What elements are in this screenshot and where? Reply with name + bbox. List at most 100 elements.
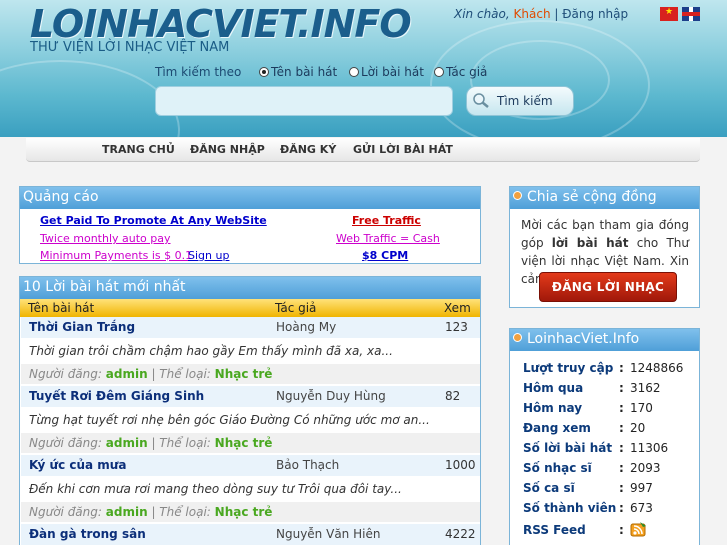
- stat-label: Đang xem: [523, 421, 591, 435]
- search-button-label: Tìm kiếm: [497, 94, 553, 108]
- table-row[interactable]: Ký ức của mưa Bảo Thạch 1000: [21, 455, 480, 476]
- song-lyric-preview: Đến khi cơn mưa rơi mang theo dòng suy t…: [29, 482, 402, 496]
- nav-submit-lyrics[interactable]: GỬI LỜI BÀI HÁT: [353, 143, 453, 156]
- search-button[interactable]: Tìm kiếm: [466, 86, 574, 116]
- rss-feed-icon[interactable]: [630, 521, 648, 539]
- stat-value: 2093: [630, 461, 661, 475]
- poster-label: Người đăng:: [29, 436, 102, 450]
- search-by-label: Tìm kiếm theo: [155, 65, 242, 79]
- stat-label: Số thành viên: [523, 501, 617, 515]
- rss-label[interactable]: RSS Feed: [523, 523, 586, 537]
- nav-login[interactable]: ĐĂNG NHẬP: [190, 143, 265, 156]
- nav-register[interactable]: ĐĂNG KÝ: [280, 143, 336, 156]
- user-bar: Xin chào, Khách | Đăng nhập: [454, 7, 628, 21]
- search-option-label: Tên bài hát: [271, 65, 338, 79]
- song-title-link[interactable]: Thời Gian Trắng: [29, 320, 135, 334]
- song-views: 82: [445, 389, 461, 403]
- stat-value: 20: [630, 421, 646, 435]
- search-option-label: Lời bài hát: [361, 65, 424, 79]
- genre-link[interactable]: Nhạc trẻ: [215, 367, 273, 381]
- genre-link[interactable]: Nhạc trẻ: [215, 505, 273, 519]
- ad-link[interactable]: $8 CPM: [362, 249, 408, 262]
- stat-colon: :: [619, 461, 624, 475]
- guest-name: Khách: [513, 7, 551, 21]
- table-row[interactable]: Tuyết Rơi Đêm Giáng Sinh Nguyễn Duy Hùng…: [21, 386, 480, 407]
- ad-link[interactable]: Twice monthly auto pay: [40, 232, 171, 245]
- bullet-icon: [513, 333, 522, 342]
- share-title: Chia sẻ cộng đồng: [510, 187, 699, 209]
- genre-link[interactable]: Nhạc trẻ: [215, 436, 273, 450]
- song-author[interactable]: Hoàng My: [276, 320, 336, 334]
- search-input[interactable]: [155, 86, 453, 116]
- poster-link[interactable]: admin: [106, 505, 148, 519]
- stat-label: Hôm qua: [523, 381, 584, 395]
- song-meta: Người đăng: admin | Thể loại: Nhạc trẻ: [21, 502, 480, 522]
- uk-flag-icon[interactable]: [682, 7, 700, 21]
- poster-link[interactable]: admin: [106, 436, 148, 450]
- song-title-link[interactable]: Ký ức của mưa: [29, 458, 126, 472]
- song-views: 1000: [445, 458, 476, 472]
- ad-link[interactable]: Free Traffic: [352, 214, 421, 227]
- song-meta: Người đăng: admin | Thể loại: Nhạc trẻ: [21, 364, 480, 384]
- table-row[interactable]: Đàn gà trong sân Nguyễn Văn Hiên 4222: [21, 524, 480, 545]
- search-option-lyrics[interactable]: Lời bài hát: [349, 65, 424, 79]
- stat-colon: :: [619, 421, 624, 435]
- genre-label: Thể loại:: [159, 367, 211, 381]
- stat-value: 673: [630, 501, 653, 515]
- nav-home[interactable]: TRANG CHỦ: [102, 143, 175, 156]
- song-title-link[interactable]: Tuyết Rơi Đêm Giáng Sinh: [29, 389, 204, 403]
- radio-selected-icon[interactable]: [259, 67, 269, 77]
- login-link[interactable]: Đăng nhập: [562, 7, 628, 21]
- stat-colon: :: [619, 501, 624, 515]
- song-author[interactable]: Nguyễn Duy Hùng: [276, 389, 386, 403]
- main-nav: TRANG CHỦ ĐĂNG NHẬP ĐĂNG KÝ GỬI LỜI BÀI …: [26, 138, 700, 162]
- poster-link[interactable]: admin: [106, 367, 148, 381]
- table-row[interactable]: Thời Gian Trắng Hoàng My 123: [21, 317, 480, 338]
- ad-link[interactable]: Web Traffic = Cash: [336, 232, 440, 245]
- stat-colon: :: [619, 381, 624, 395]
- submit-lyrics-button[interactable]: ĐĂNG LỜI NHẠC: [539, 272, 677, 302]
- stat-colon: :: [619, 523, 624, 537]
- song-author[interactable]: Bảo Thạch: [276, 458, 339, 472]
- stat-value: 1248866: [630, 361, 684, 375]
- greeting-text: Xin chào,: [454, 7, 510, 21]
- latest-songs-title: 10 Lời bài hát mới nhất: [20, 277, 480, 299]
- search-option-song-title[interactable]: Tên bài hát: [259, 65, 337, 79]
- share-text-bold: lời bài hát: [551, 236, 629, 250]
- user-bar-separator: |: [554, 7, 559, 21]
- stat-colon: :: [619, 361, 624, 375]
- latest-songs-panel: 10 Lời bài hát mới nhất Tên bài hát Tác …: [19, 276, 481, 545]
- radio-icon[interactable]: [349, 67, 359, 77]
- song-author[interactable]: Nguyễn Văn Hiên: [276, 527, 380, 541]
- site-tagline: THƯ VIỆN LỜI NHẠC VIỆT NAM: [30, 40, 230, 55]
- vietnam-flag-icon[interactable]: [660, 7, 678, 21]
- ad-link[interactable]: Sign up: [188, 249, 229, 262]
- stat-label: Số lời bài hát: [523, 441, 613, 455]
- site-stats-panel: LoinhacViet.Info Lượt truy cập : 1248866…: [509, 328, 700, 545]
- song-title-link[interactable]: Đàn gà trong sân: [29, 527, 146, 541]
- water-ripple-decoration: [0, 60, 180, 137]
- stats-title: LoinhacViet.Info: [510, 329, 699, 351]
- column-header: Xem: [444, 301, 471, 315]
- stat-colon: :: [619, 441, 624, 455]
- song-lyric-preview: Thời gian trôi chầm chậm hao gầy Em thấy…: [29, 344, 393, 358]
- community-share-panel: Chia sẻ cộng đồng Mời các bạn tham gia đ…: [509, 186, 700, 308]
- stat-value: 3162: [630, 381, 661, 395]
- song-views: 4222: [445, 527, 476, 541]
- song-lyric-preview: Từng hạt tuyết rơi nhẹ bên góc Giáo Đườn…: [29, 413, 430, 427]
- ad-link[interactable]: Minimum Payments is $ 0.1: [40, 249, 192, 262]
- stat-label: Số ca sĩ: [523, 481, 575, 495]
- song-views: 123: [445, 320, 468, 334]
- ads-panel: Quảng cáo Get Paid To Promote At Any Web…: [19, 186, 481, 264]
- genre-label: Thể loại:: [159, 436, 211, 450]
- ads-title: Quảng cáo: [20, 187, 480, 209]
- bullet-icon: [513, 191, 522, 200]
- stat-value: 170: [630, 401, 653, 415]
- stat-label: Hôm nay: [523, 401, 583, 415]
- radio-icon[interactable]: [434, 67, 444, 77]
- stat-value: 11306: [630, 441, 669, 455]
- stat-colon: :: [619, 401, 624, 415]
- share-title-text: Chia sẻ cộng đồng: [527, 189, 657, 205]
- ad-link[interactable]: Get Paid To Promote At Any WebSite: [40, 214, 267, 227]
- search-option-author[interactable]: Tác giả: [434, 65, 487, 79]
